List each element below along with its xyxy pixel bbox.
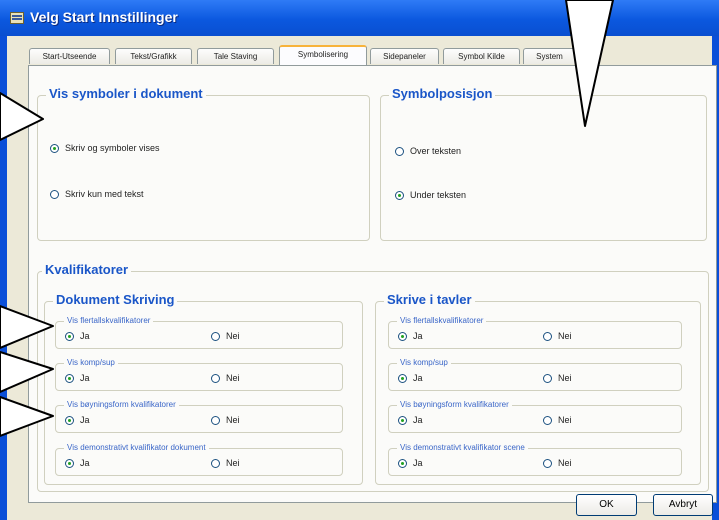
- callout-overlay: [0, 0, 614, 437]
- callout-pointer-left-3: [0, 351, 54, 393]
- callout-pointer-top: [565, 0, 614, 127]
- callout-pointer-left-2: [0, 305, 54, 349]
- tab-symbolisering[interactable]: Symbolisering: [279, 45, 367, 65]
- callout-pointer-left-4: [0, 396, 54, 437]
- callout-pointer-left-1: [0, 92, 44, 141]
- tab-label: Symbolisering: [297, 50, 349, 59]
